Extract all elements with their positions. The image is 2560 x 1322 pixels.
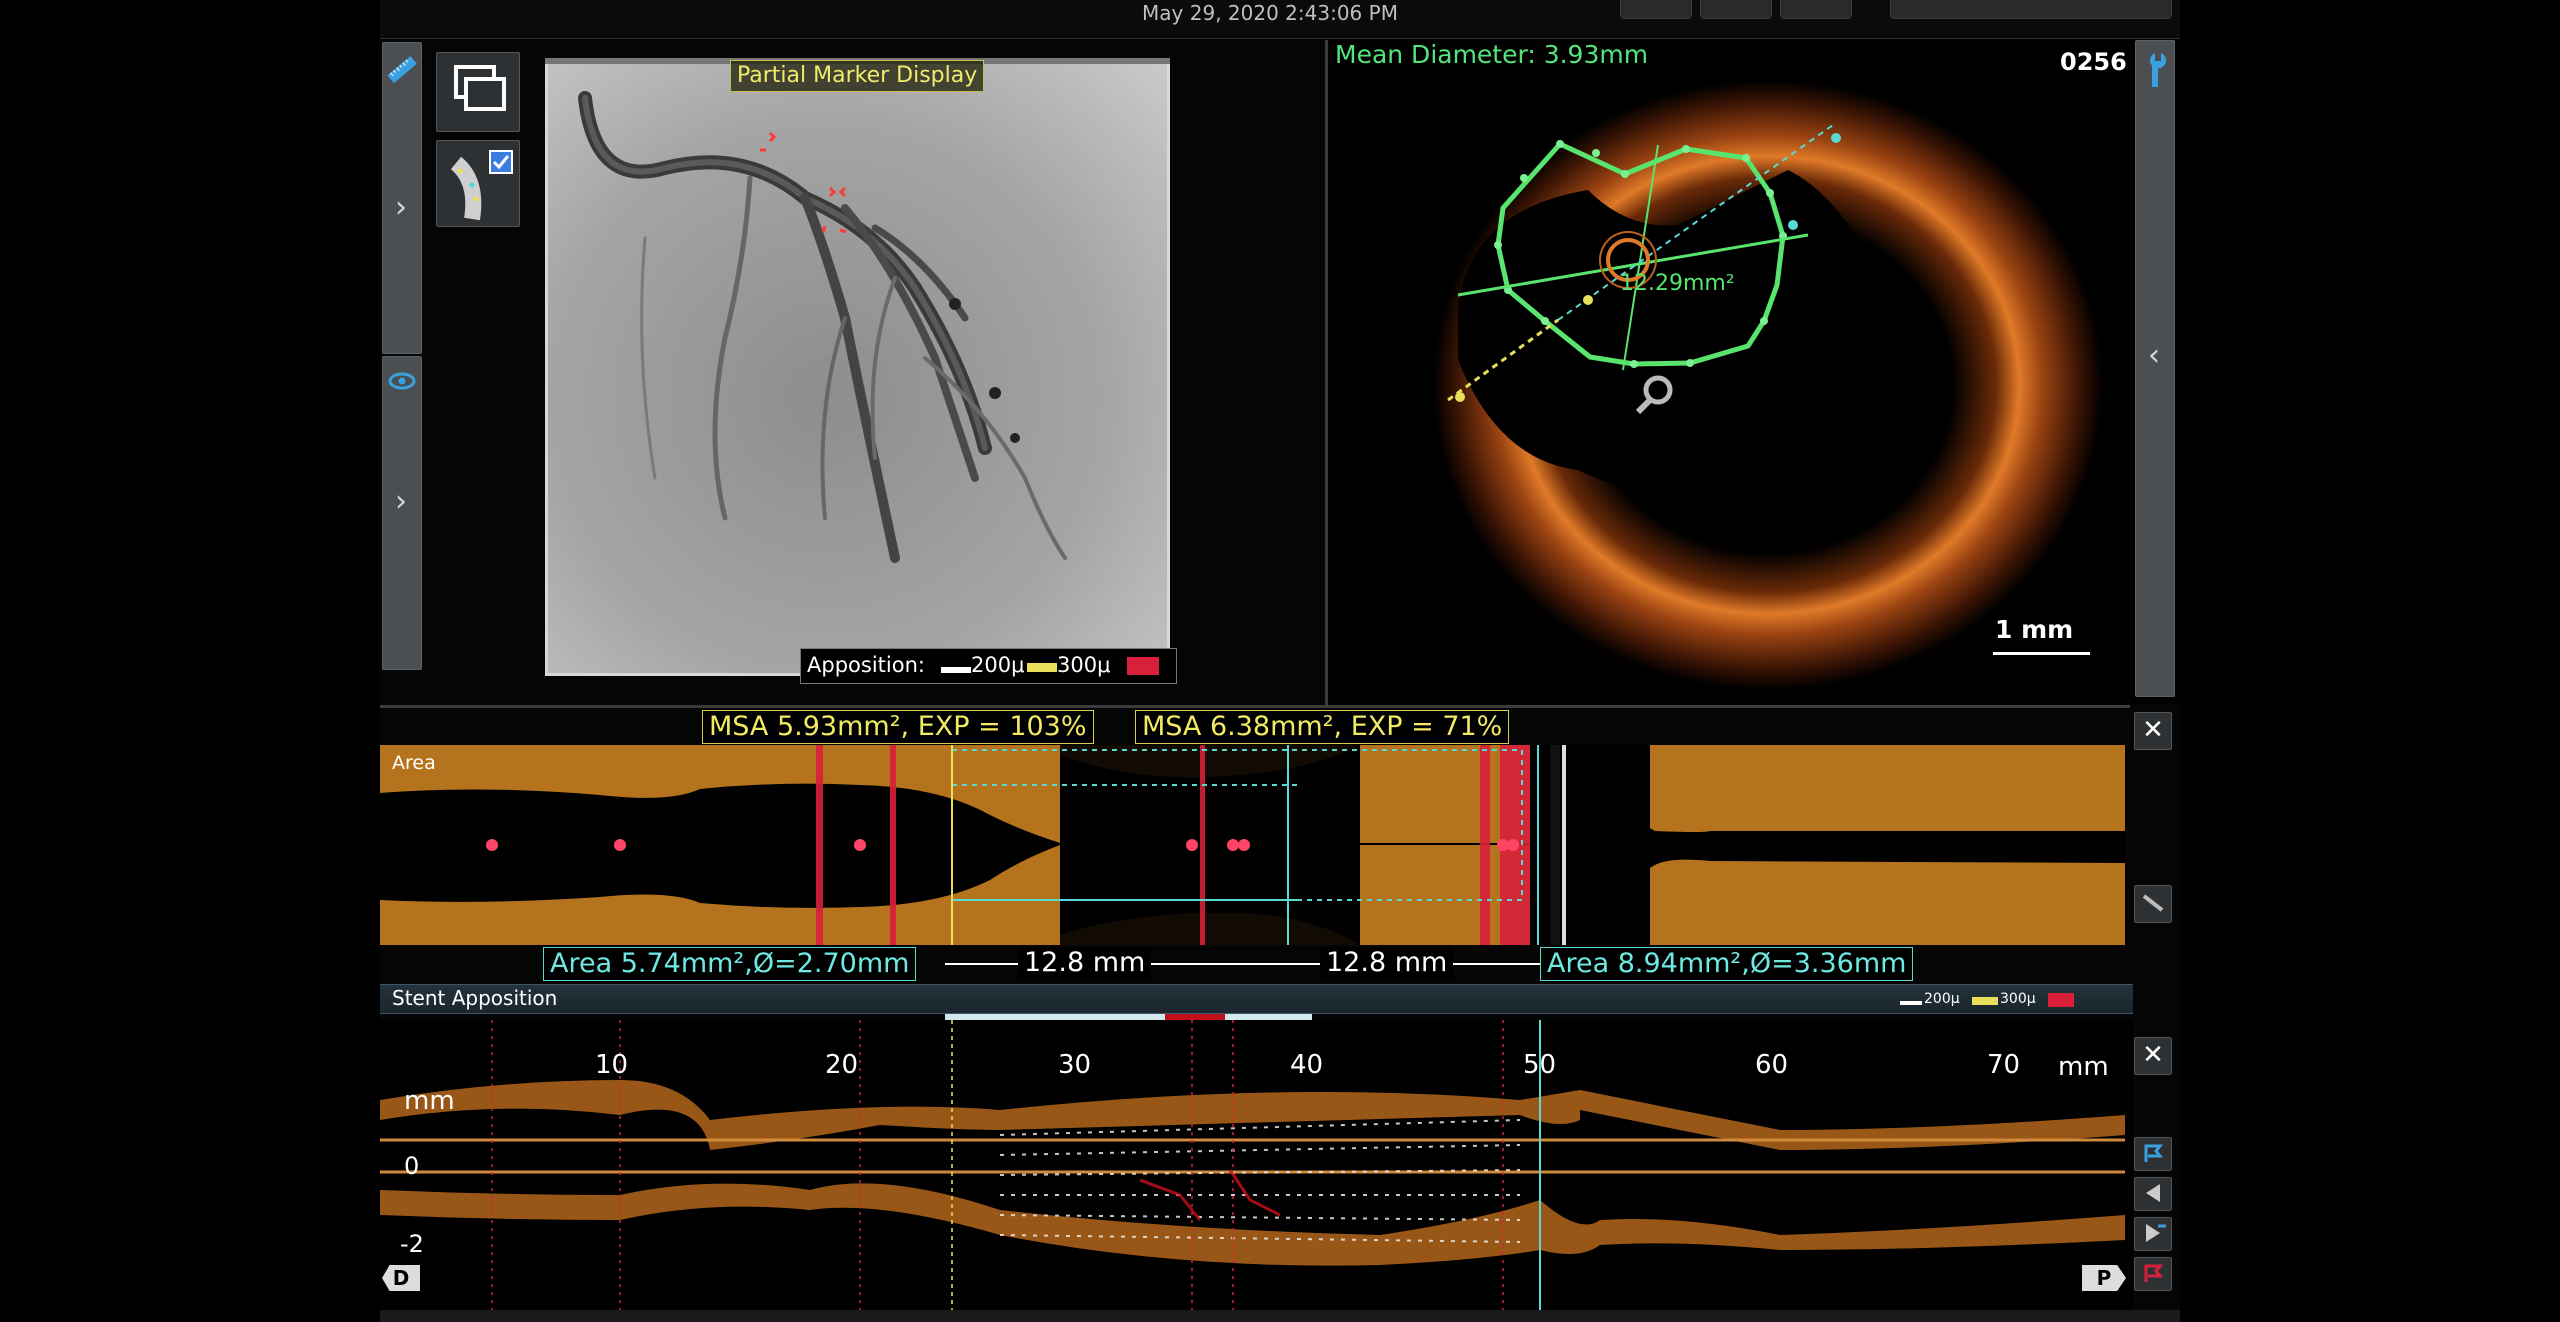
long-view-y-neg: -2 — [400, 1230, 424, 1258]
frame-number: 0256 — [2060, 48, 2127, 76]
legend-swatch-white — [1900, 1001, 1922, 1005]
oct-application: May 29, 2020 2:43:06 PM › › Partial Mark… — [380, 0, 2515, 1322]
close-icon: ✕ — [2142, 1040, 2164, 1070]
longitudinal-image — [380, 1020, 2125, 1310]
long-view-tick: 70 — [1987, 1050, 2021, 1080]
pen-icon — [2142, 894, 2164, 912]
section-divider — [380, 705, 2130, 708]
long-view-unit: mm — [2058, 1052, 2109, 1082]
chevron-right-icon[interactable]: › — [389, 193, 413, 223]
top-bar: May 29, 2020 2:43:06 PM — [380, 0, 2180, 39]
msa-left-label: MSA 5.93mm², EXP = 103% — [702, 710, 1094, 744]
stent-apposition-title: Stent Apposition — [392, 986, 558, 1010]
length-right: 12.8 mm — [1320, 947, 1454, 979]
legend-300: 300μ — [1057, 653, 1111, 677]
layout-windows-button[interactable] — [436, 52, 520, 132]
mean-diameter-readout: Mean Diameter: 3.93mm — [1335, 40, 1649, 69]
vessel-overlay-toggle[interactable] — [436, 140, 520, 227]
long-view-tool-2[interactable] — [2134, 1177, 2172, 1211]
long-view-tool-3[interactable] — [2134, 1217, 2172, 1251]
long-view-tick: 30 — [1058, 1050, 1092, 1080]
area-tool-button[interactable] — [2134, 885, 2172, 923]
long-view-tool-4[interactable] — [2134, 1257, 2172, 1291]
legend-swatch-white — [941, 667, 971, 673]
chevron-left-icon[interactable]: ‹ — [2142, 341, 2166, 371]
long-view-tick: 60 — [1755, 1050, 1789, 1080]
scale-bar-label: 1 mm — [1995, 615, 2074, 644]
longitudinal-view[interactable] — [380, 1020, 2133, 1310]
distal-marker[interactable]: D — [382, 1265, 420, 1291]
stent-apposition-bar — [380, 984, 2133, 1014]
rewind-icon — [2146, 1184, 2160, 1202]
proximal-marker[interactable]: P — [2082, 1265, 2126, 1291]
lumen-area-label: 12.29mm² — [1620, 271, 1735, 296]
oct-cross-section-image: 12.29mm² — [1433, 80, 2103, 690]
long-view-y-zero: 0 — [404, 1152, 420, 1180]
close-area-chart-button[interactable]: ✕ — [2134, 712, 2172, 750]
eye-icon — [388, 372, 416, 390]
long-view-tool-1[interactable] — [2134, 1137, 2172, 1171]
settings-button[interactable] — [1890, 0, 2172, 19]
legend-200: 200μ — [971, 653, 1025, 677]
acquisition-datetime: May 29, 2020 2:43:06 PM — [1142, 1, 1398, 25]
legend-swatch-red — [2048, 993, 2074, 1007]
legend-swatch-red — [1127, 657, 1159, 675]
bottom-bar — [380, 1310, 2180, 1322]
toolbar-button-1[interactable] — [1620, 0, 1692, 19]
apposition-legend-label: Apposition: — [807, 653, 925, 677]
length-left: 12.8 mm — [1018, 947, 1152, 979]
long-view-tick: 50 — [1523, 1050, 1557, 1080]
forward-icon — [2146, 1224, 2166, 1242]
area-chart-title: Area — [392, 752, 436, 774]
partial-marker-display-label: Partial Marker Display — [730, 60, 985, 92]
toolbar-button-3[interactable] — [1780, 0, 1852, 19]
area-left-readout: Area 5.74mm²,Ø=2.70mm — [543, 947, 917, 981]
legend-swatch-yellow — [1027, 663, 1057, 672]
right-rail[interactable]: ‹ — [2135, 40, 2175, 697]
wrench-icon[interactable] — [2142, 49, 2168, 89]
long-view-y-unit: mm — [404, 1086, 455, 1116]
ruler-icon — [387, 56, 417, 84]
angiogram-view[interactable] — [545, 58, 1170, 676]
scale-bar — [1993, 652, 2090, 655]
marker-flag-icon — [2144, 1264, 2164, 1282]
flag-icon — [2144, 1144, 2164, 1162]
windows-icon — [454, 65, 506, 111]
close-long-view-button[interactable]: ✕ — [2134, 1037, 2172, 1075]
stent-apposition-legend: 200μ 300μ — [1900, 991, 2130, 1009]
lumen-area-profile[interactable] — [380, 745, 2125, 945]
oct-cross-section-view[interactable]: 12.29mm² — [1328, 40, 2515, 705]
close-icon: ✕ — [2142, 715, 2164, 745]
msa-right-label: MSA 6.38mm², EXP = 71% — [1135, 710, 1510, 744]
vessel-segment-icon — [450, 150, 513, 221]
stent-legend-200: 200μ — [1924, 991, 1960, 1007]
apposition-legend: Apposition: 200μ 300μ — [800, 648, 1177, 684]
long-view-tick: 20 — [825, 1050, 859, 1080]
long-view-tick: 40 — [1290, 1050, 1324, 1080]
angiogram-image — [545, 58, 1170, 676]
left-rail-bottom[interactable]: › — [382, 356, 422, 670]
toolbar-button-2[interactable] — [1700, 0, 1772, 19]
long-view-tick: 10 — [595, 1050, 629, 1080]
legend-swatch-yellow — [1972, 997, 1998, 1005]
stent-legend-300: 300μ — [2000, 991, 2036, 1007]
area-right-readout: Area 8.94mm²,Ø=3.36mm — [1540, 947, 1914, 981]
chevron-right-icon[interactable]: › — [389, 487, 413, 517]
left-rail-top[interactable]: › — [382, 42, 422, 354]
